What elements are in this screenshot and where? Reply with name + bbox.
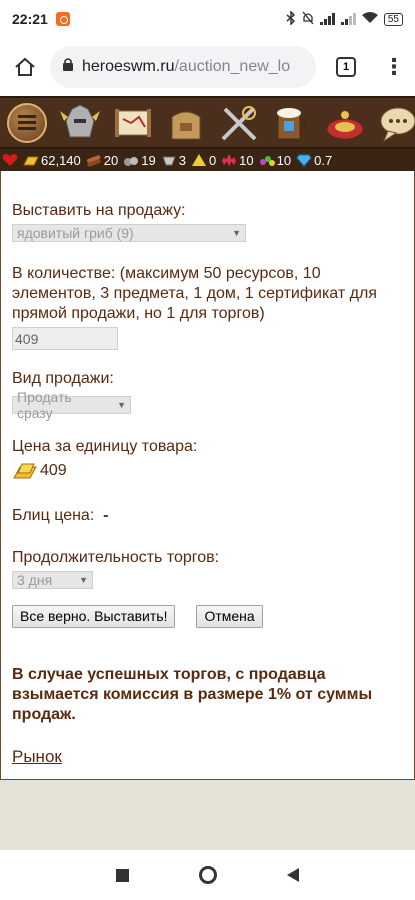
game-navigation [0,96,415,149]
url-path: /auction_new_lo [174,58,291,75]
crossed-swords-icon[interactable] [212,99,265,147]
blitz-value: - [103,507,109,524]
gems-icon [259,156,275,166]
ore-amount: 19 [141,152,156,168]
market-link[interactable]: Рынок [12,747,62,766]
chat-bubble-icon[interactable] [371,99,415,147]
address-bar[interactable]: heroeswm.ru/auction_new_lo [50,46,316,88]
sale-type-label: Вид продажи: [12,370,114,387]
more-vert-icon: ⋮ [383,54,405,79]
diamond-icon [296,154,312,167]
crystals-resource: 10 [221,152,254,168]
chevron-down-icon: ▼ [79,575,88,585]
sale-type-select[interactable]: Продать сразу ▼ [12,389,131,421]
sulfur-amount: 0 [208,152,217,168]
commission-note: В случае успешных торгов, с продавца взы… [12,666,373,723]
chevron-down-icon: ▼ [232,228,241,238]
roulette-icon[interactable] [318,99,371,147]
url-host: heroeswm.ru [82,58,175,75]
mercury-amount: 3 [178,152,186,168]
system-navigation-bar [0,850,415,900]
duration-value: 3 дня [17,572,53,588]
price-row: 409 [12,461,403,481]
wifi-icon [361,11,378,27]
auction-form-panel: Выставить на продажу: ядовитый гриб (9) … [0,171,415,780]
page-background [0,780,415,850]
ore-icon [124,157,139,166]
wood-icon [86,155,101,167]
tabs-button[interactable]: 1 [316,38,376,96]
diamonds-amount: 0.7 [314,152,333,168]
gems-amount: 10 [276,152,292,168]
inventory-bag-icon[interactable] [159,99,212,147]
knight-helmet-icon[interactable] [53,99,106,147]
mercury-resource: 3 [161,153,186,168]
signal-1-icon [319,13,335,25]
sell-item-select[interactable]: ядовитый гриб (9) ▼ [12,224,246,242]
heart-icon [2,154,18,166]
sale-type-value: Продать сразу [17,389,72,421]
back-icon[interactable] [287,868,299,882]
health-resource [2,153,18,167]
wood-resource: 20 [86,153,118,168]
tavern-mug-icon[interactable] [265,99,318,147]
home-circle-icon[interactable] [199,866,217,884]
blitz-label: Блиц цена: [12,507,95,524]
gold-resource: 62,140 [23,153,81,168]
bluetooth-icon [286,9,296,28]
crystals-amount: 10 [239,152,254,168]
price-value: 409 [40,462,67,479]
gems-resource: 10 [259,153,291,168]
resources-bar: 62,140 20 19 3 0 10 10 0.7 [0,149,415,171]
quantity-label: В количестве: (максимум 50 ресурсов, 10 … [12,265,377,322]
gold-icon [13,463,37,479]
status-bar: 22:21 55 [0,0,415,38]
price-label: Цена за единицу товара: [12,438,198,455]
mercury-icon [161,156,176,166]
battery-indicator: 55 [383,12,403,26]
tab-count: 1 [336,57,356,77]
blitz-row: Блиц цена: - [12,506,403,526]
sell-label: Выставить на продажу: [12,202,186,219]
sulfur-icon [191,154,206,166]
sell-item-value: ядовитый гриб (9) [17,225,134,241]
form-buttons: Все верно. Выставить! Отмена [12,605,403,628]
duration-select[interactable]: 3 дня ▼ [12,571,93,589]
status-icons: 55 [286,9,403,28]
wood-amount: 20 [103,152,119,168]
duration-label: Продолжительность торгов: [12,549,220,566]
mute-icon [302,11,314,28]
diamonds-resource: 0.7 [296,153,332,168]
gold-amount: 62,140 [41,152,81,168]
home-button[interactable] [0,38,50,96]
lock-icon [62,57,74,77]
cancel-button[interactable]: Отмена [196,605,263,628]
home-icon [15,57,35,76]
recent-apps-icon[interactable] [116,868,129,882]
quantity-input[interactable]: 409 [12,327,118,350]
confirm-listing-button[interactable]: Все верно. Выставить! [12,605,176,628]
crystal-icon [222,154,237,166]
browser-toolbar: heroeswm.ru/auction_new_lo 1 ⋮ [0,38,415,96]
ore-resource: 19 [123,152,156,168]
map-scroll-icon[interactable] [106,99,159,147]
status-time: 22:21 [12,11,48,27]
menu-icon[interactable] [0,99,53,147]
chevron-down-icon: ▼ [117,400,126,410]
signal-2-icon [340,13,356,25]
gold-icon [23,156,39,166]
app-notification-icon [55,12,70,26]
sulfur-resource: 0 [191,153,216,168]
browser-menu-button[interactable]: ⋮ [376,38,412,96]
